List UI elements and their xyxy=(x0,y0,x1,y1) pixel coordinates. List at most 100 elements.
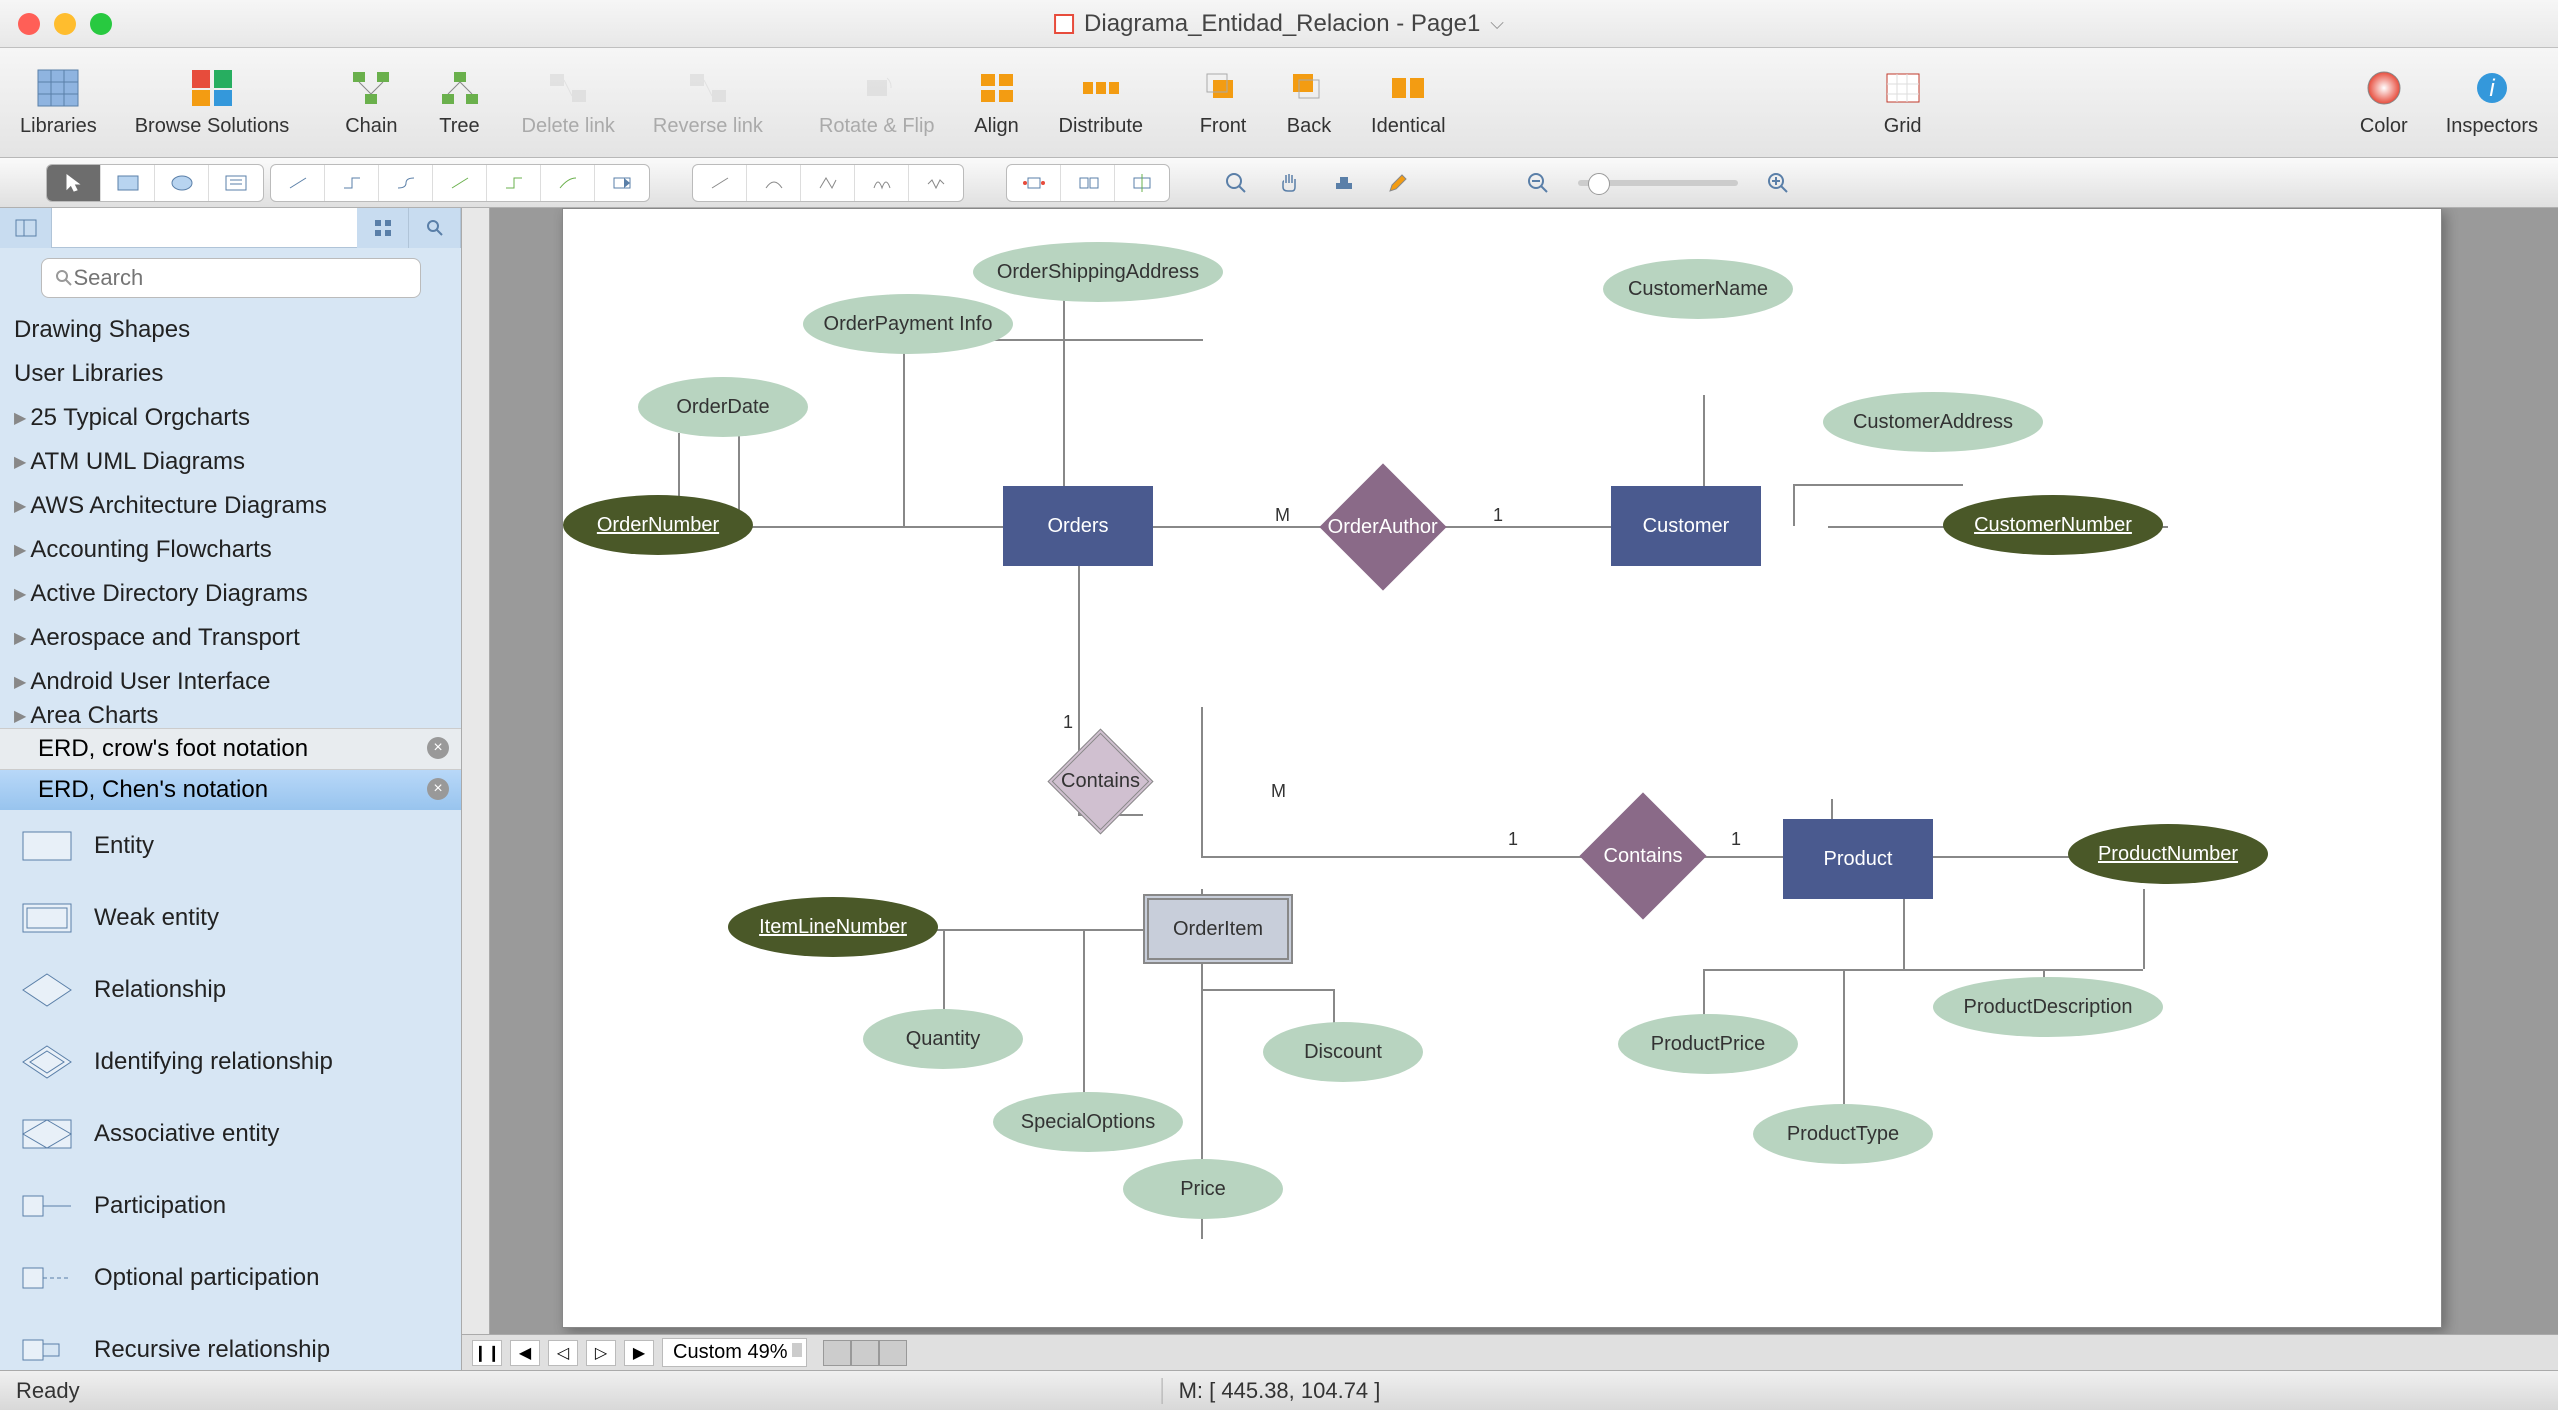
zoom-in-button[interactable] xyxy=(1754,165,1802,201)
pager-prev[interactable]: ◁ xyxy=(548,1340,578,1366)
attr-product-price[interactable]: ProductPrice xyxy=(1618,1014,1798,1074)
libraries-button[interactable]: Libraries xyxy=(12,63,105,142)
attr-product-description[interactable]: ProductDescription xyxy=(1933,977,2163,1037)
sidebar-filter-input[interactable] xyxy=(52,208,357,247)
rect-tool[interactable] xyxy=(101,165,155,201)
category-item[interactable]: ▶ATM UML Diagrams xyxy=(0,440,461,484)
library-tab-chen[interactable]: ERD, Chen's notation× xyxy=(0,769,461,810)
snap-tool-1[interactable] xyxy=(1007,165,1061,201)
attr-quantity[interactable]: Quantity xyxy=(863,1009,1023,1069)
snap-tool-3[interactable] xyxy=(1115,165,1169,201)
browse-solutions-button[interactable]: Browse Solutions xyxy=(127,63,298,142)
attr-discount[interactable]: Discount xyxy=(1263,1022,1423,1082)
search-box[interactable] xyxy=(41,258,421,298)
page-tab[interactable] xyxy=(823,1340,851,1366)
grid-button[interactable]: Grid xyxy=(1871,63,1935,142)
snap-tool-2[interactable] xyxy=(1061,165,1115,201)
entity-product[interactable]: Product xyxy=(1783,819,1933,899)
shape-relationship[interactable]: Relationship xyxy=(0,954,461,1026)
search-toggle-button[interactable] xyxy=(409,208,461,248)
attr-customer-address[interactable]: CustomerAddress xyxy=(1823,392,2043,452)
tree-button[interactable]: Tree xyxy=(428,63,492,142)
pan-tool[interactable] xyxy=(1266,165,1314,201)
shape-associative-entity[interactable]: Associative entity xyxy=(0,1098,461,1170)
category-item[interactable]: ▶Active Directory Diagrams xyxy=(0,572,461,616)
identical-button[interactable]: Identical xyxy=(1363,63,1454,142)
text-tool[interactable] xyxy=(209,165,263,201)
connector-3[interactable] xyxy=(379,165,433,201)
category-item[interactable]: Drawing Shapes xyxy=(0,308,461,352)
pager-pause[interactable]: ❙❙ xyxy=(472,1340,502,1366)
attr-order-date[interactable]: OrderDate xyxy=(638,377,808,437)
minimize-window-button[interactable] xyxy=(54,13,76,35)
connector-5[interactable] xyxy=(487,165,541,201)
entity-order-item[interactable]: OrderItem xyxy=(1143,894,1293,964)
rel-contains-2[interactable]: Contains xyxy=(1579,792,1706,919)
category-item[interactable]: ▶Aerospace and Transport xyxy=(0,616,461,660)
pager-next[interactable]: ▷ xyxy=(586,1340,616,1366)
entity-customer[interactable]: Customer xyxy=(1611,486,1761,566)
pager-first[interactable]: ◀ xyxy=(510,1340,540,1366)
connector-2[interactable] xyxy=(325,165,379,201)
inspectors-button[interactable]: i Inspectors xyxy=(2438,63,2546,142)
page-tab[interactable] xyxy=(879,1340,907,1366)
line-tool-4[interactable] xyxy=(855,165,909,201)
connector-4[interactable] xyxy=(433,165,487,201)
close-window-button[interactable] xyxy=(18,13,40,35)
connector-1[interactable] xyxy=(271,165,325,201)
rel-contains-1[interactable]: Contains xyxy=(1047,728,1153,834)
sidebar-toggle[interactable] xyxy=(0,208,52,248)
maximize-window-button[interactable] xyxy=(90,13,112,35)
attr-order-payment[interactable]: OrderPayment Info xyxy=(803,294,1013,354)
chain-button[interactable]: Chain xyxy=(337,63,405,142)
pointer-tool[interactable] xyxy=(47,165,101,201)
shape-optional-participation[interactable]: Optional participation xyxy=(0,1242,461,1314)
line-tool-1[interactable] xyxy=(693,165,747,201)
search-input[interactable] xyxy=(74,265,408,291)
connector-6[interactable] xyxy=(541,165,595,201)
delete-link-button[interactable]: Delete link xyxy=(514,63,623,142)
shape-identifying-relationship[interactable]: Identifying relationship xyxy=(0,1026,461,1098)
close-icon[interactable]: × xyxy=(427,778,449,800)
distribute-button[interactable]: Distribute xyxy=(1051,63,1151,142)
attr-item-line-number[interactable]: ItemLineNumber xyxy=(728,897,938,957)
attr-customer-name[interactable]: CustomerName xyxy=(1603,259,1793,319)
close-icon[interactable]: × xyxy=(427,737,449,759)
color-button[interactable]: Color xyxy=(2352,63,2416,142)
zoom-in-tool[interactable] xyxy=(1212,165,1260,201)
connector-7[interactable] xyxy=(595,165,649,201)
attr-special-options[interactable]: SpecialOptions xyxy=(993,1092,1183,1152)
zoom-out-button[interactable] xyxy=(1514,165,1562,201)
category-item[interactable]: ▶Android User Interface xyxy=(0,660,461,704)
zoom-select[interactable]: Custom 49% xyxy=(662,1338,807,1367)
attr-order-number[interactable]: OrderNumber xyxy=(563,495,753,555)
align-button[interactable]: Align xyxy=(965,63,1029,142)
shape-entity[interactable]: Entity xyxy=(0,810,461,882)
entity-orders[interactable]: Orders xyxy=(1003,486,1153,566)
canvas-area[interactable]: OrderShippingAddress OrderPayment Info O… xyxy=(462,208,2558,1370)
pencil-tool[interactable] xyxy=(1374,165,1422,201)
attr-product-type[interactable]: ProductType xyxy=(1753,1104,1933,1164)
shape-recursive-relationship[interactable]: Recursive relationship xyxy=(0,1314,461,1370)
attr-customer-number[interactable]: CustomerNumber xyxy=(1943,495,2163,555)
attr-order-shipping[interactable]: OrderShippingAddress xyxy=(973,242,1223,302)
front-button[interactable]: Front xyxy=(1191,63,1255,142)
category-item[interactable]: ▶Area Charts xyxy=(0,704,461,728)
pager-last[interactable]: ▶ xyxy=(624,1340,654,1366)
line-tool-5[interactable] xyxy=(909,165,963,201)
category-item[interactable]: ▶AWS Architecture Diagrams xyxy=(0,484,461,528)
ellipse-tool[interactable] xyxy=(155,165,209,201)
line-tool-2[interactable] xyxy=(747,165,801,201)
line-tool-3[interactable] xyxy=(801,165,855,201)
shape-weak-entity[interactable]: Weak entity xyxy=(0,882,461,954)
chevron-down-icon[interactable]: ⌵ xyxy=(1490,13,1504,34)
category-item[interactable]: ▶Accounting Flowcharts xyxy=(0,528,461,572)
library-tab-crowfoot[interactable]: ERD, crow's foot notation× xyxy=(0,728,461,769)
reverse-link-button[interactable]: Reverse link xyxy=(645,63,771,142)
rel-order-author[interactable]: OrderAuthor xyxy=(1319,463,1446,590)
category-item[interactable]: User Libraries xyxy=(0,352,461,396)
canvas[interactable]: OrderShippingAddress OrderPayment Info O… xyxy=(562,208,2442,1328)
rotate-flip-button[interactable]: Rotate & Flip xyxy=(811,63,943,142)
page-tab[interactable] xyxy=(851,1340,879,1366)
stamp-tool[interactable] xyxy=(1320,165,1368,201)
